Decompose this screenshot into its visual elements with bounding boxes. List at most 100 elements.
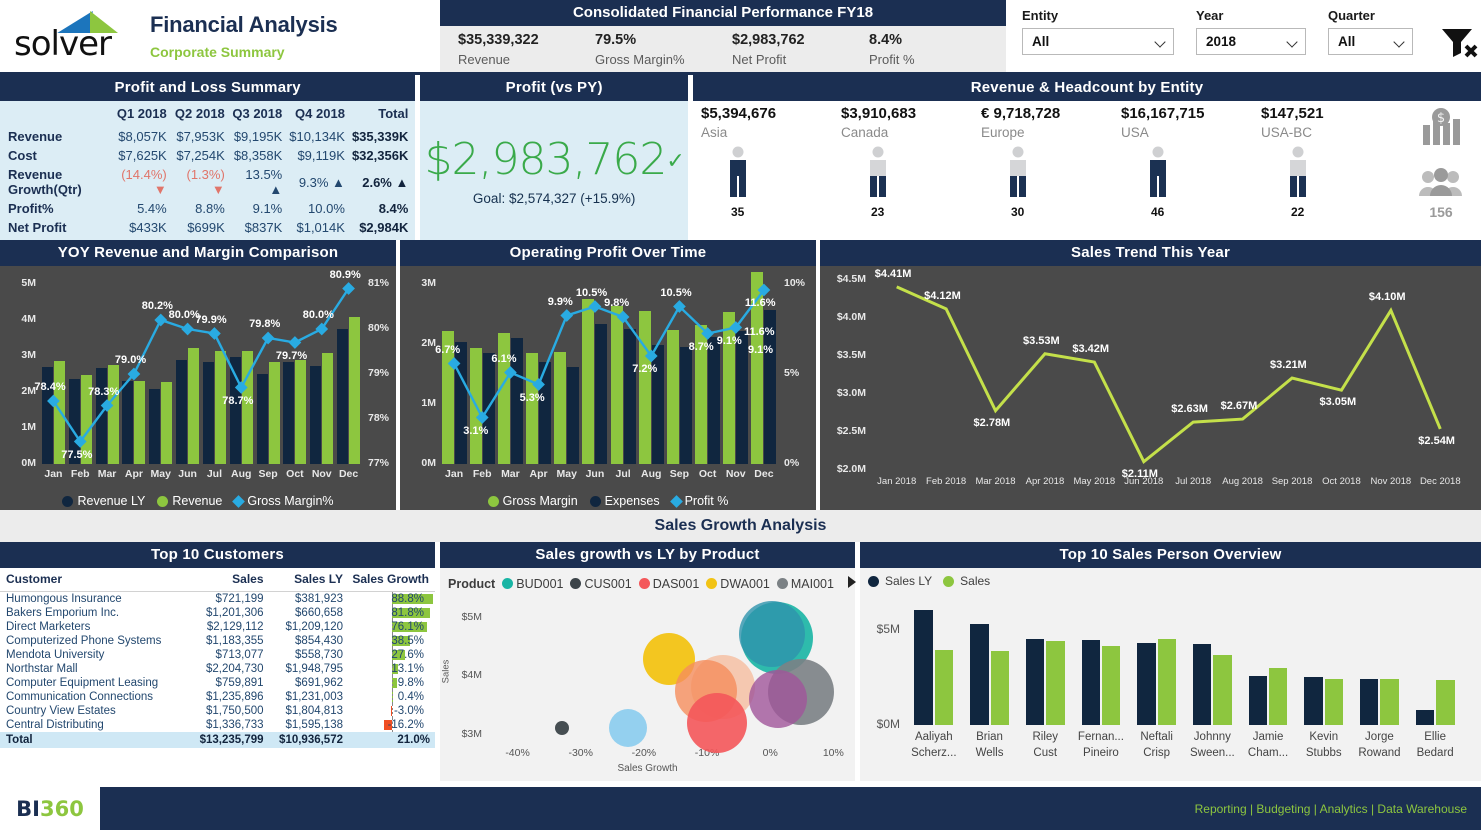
operating-profit-title: Operating Profit Over Time: [400, 240, 816, 266]
legend-item[interactable]: BUD001: [502, 577, 563, 591]
pl-col-2: Q2 2018: [174, 101, 232, 127]
table-row[interactable]: Central Distributing$1,336,733$1,595,138…: [0, 718, 435, 732]
growth-value: 38.5%: [349, 635, 429, 647]
y2-axis-tick: 78%: [368, 412, 389, 424]
chart-bar: [337, 329, 348, 464]
cell-total-label: Total: [0, 732, 190, 748]
x-axis-tick: Mar 2018: [971, 476, 1020, 487]
chevron-down-icon: [1395, 38, 1406, 45]
bubble-point[interactable]: [739, 601, 805, 667]
table-row[interactable]: Northstar Mall$2,204,730$1,948,79513.1%: [0, 662, 435, 676]
cell-sales-growth: 27.6%: [349, 648, 435, 662]
x-axis-tick: Brian: [962, 731, 1018, 743]
chart-bar: [1436, 680, 1454, 725]
data-label: 11.6%: [745, 297, 776, 309]
entity-card[interactable]: $147,521USA-BC22: [1261, 101, 1401, 243]
filter-quarter-select[interactable]: All: [1328, 28, 1413, 55]
x-axis-tick: 0%: [748, 747, 792, 759]
legend-item[interactable]: MAI001: [777, 577, 834, 591]
cust-col-sales-growth[interactable]: Sales Growth: [349, 568, 435, 592]
section-band-title: Sales Growth Analysis: [655, 517, 827, 535]
entity-card[interactable]: $3,910,683Canada23: [841, 101, 981, 243]
entity-name: USA-BC: [1261, 125, 1401, 140]
legend-next-arrow-icon[interactable]: [847, 575, 858, 592]
x-axis-tick: Feb: [67, 468, 94, 480]
chart-bar: [935, 650, 953, 725]
bubble-point[interactable]: [687, 693, 747, 753]
bubble-point[interactable]: [609, 709, 647, 747]
x-axis-tick: Sween...: [1185, 747, 1241, 759]
legend-item[interactable]: DWA001: [706, 577, 770, 591]
y-axis-tick: 5M: [10, 277, 36, 289]
legend-dot-icon: [488, 496, 499, 507]
legend-item[interactable]: Gross Margin: [488, 494, 578, 508]
cell-sales-ly: $1,209,120: [270, 620, 349, 634]
cell-sales-ly: $660,658: [270, 606, 349, 620]
legend-item[interactable]: Expenses: [590, 494, 660, 508]
check-icon: ✓: [666, 149, 683, 174]
data-label: 9.1%: [717, 335, 742, 347]
chart-bar: [242, 351, 253, 464]
cust-col-sales[interactable]: Sales: [190, 568, 269, 592]
table-row[interactable]: Country View Estates$1,750,500$1,804,813…: [0, 704, 435, 718]
filter-entity-select[interactable]: All: [1022, 28, 1174, 55]
data-label: 8.7%: [689, 341, 714, 353]
x-axis-tick: Sep: [255, 468, 282, 480]
chart-bar: [455, 342, 467, 464]
table-row[interactable]: Mendota University$713,077$558,73027.6%: [0, 648, 435, 662]
data-label: $2.67M: [1221, 400, 1258, 412]
x-axis-tick: Jun: [174, 468, 201, 480]
bi360-logo: BI360: [0, 787, 100, 830]
cell-sales-growth: 13.1%: [349, 662, 435, 676]
table-row: Net Profit$433K$699K$837K$1,014K$2,984K: [0, 218, 415, 237]
profit-vs-py-panel: Profit (vs PY) $2,983,762✓ Goal: $2,574,…: [420, 75, 693, 240]
page-title: Financial Analysis: [150, 12, 338, 38]
chart-bar: [470, 348, 482, 464]
bubble-point[interactable]: [749, 670, 807, 728]
filter-year-select[interactable]: 2018: [1196, 28, 1306, 55]
cell-sales-growth: 81.8%: [349, 606, 435, 620]
profit-card-title: Profit (vs PY): [420, 75, 688, 101]
legend-item[interactable]: Revenue LY: [62, 494, 145, 508]
legend-item[interactable]: CUS001: [570, 577, 631, 591]
cell-sales: $1,235,896: [190, 690, 269, 704]
legend-text: CUS001: [584, 577, 631, 591]
pl-cell: 8.4%: [352, 199, 415, 218]
table-row[interactable]: Communication Connections$1,235,896$1,23…: [0, 690, 435, 704]
legend-item[interactable]: Revenue: [157, 494, 222, 508]
table-row[interactable]: Computerized Phone Systems$1,183,355$854…: [0, 634, 435, 648]
entity-revenue: $16,167,715: [1121, 105, 1261, 122]
entity-revenue: € 9,718,728: [981, 105, 1121, 122]
table-row[interactable]: Direct Marketers$2,129,112$1,209,12076.1…: [0, 620, 435, 634]
clear-filter-icon[interactable]: [1439, 26, 1481, 63]
filter-bar: Entity All Year 2018 Quarter All: [1006, 0, 1481, 72]
footer-links[interactable]: Reporting | Budgeting | Analytics | Data…: [1195, 802, 1481, 816]
kpi-revenue: $35,339,322 Revenue: [458, 32, 595, 72]
pl-cell: 13.5% ▲: [232, 165, 289, 199]
entity-card[interactable]: $5,394,676Asia35: [701, 101, 841, 243]
data-label: 10.5%: [576, 287, 607, 299]
x-axis-tick: Scherz...: [906, 747, 962, 759]
data-label: $3.42M: [1072, 343, 1109, 355]
cust-col-sales-ly[interactable]: Sales LY: [270, 568, 349, 592]
table-total-row: Total$13,235,799$10,936,57221.0%: [0, 732, 435, 748]
legend-item[interactable]: DAS001: [639, 577, 700, 591]
pl-row-label: Profit%: [0, 199, 113, 218]
table-row[interactable]: Humongous Insurance$721,199$381,92388.8%: [0, 592, 435, 607]
growth-value: 0.4%: [349, 691, 429, 703]
entity-card[interactable]: € 9,718,728Europe30: [981, 101, 1121, 243]
table-row[interactable]: Bakers Emporium Inc.$1,201,306$660,65881…: [0, 606, 435, 620]
x-axis-tick: Neftali: [1129, 731, 1185, 743]
cust-col-customer[interactable]: Customer: [0, 568, 190, 592]
entity-summary-icons: $156: [1401, 101, 1481, 243]
chevron-down-icon: [1156, 38, 1167, 45]
table-row[interactable]: Computer Equipment Leasing$759,891$691,9…: [0, 676, 435, 690]
x-axis-tick: Jorge: [1352, 731, 1408, 743]
legend-text: Expenses: [605, 494, 660, 508]
bubble-point[interactable]: [555, 721, 569, 735]
legend-item[interactable]: Profit %: [672, 494, 729, 508]
legend-item[interactable]: Gross Margin%: [234, 494, 333, 508]
chart-bar: [134, 381, 145, 464]
cell-sales: $1,201,306: [190, 606, 269, 620]
entity-card[interactable]: $16,167,715USA46: [1121, 101, 1261, 243]
